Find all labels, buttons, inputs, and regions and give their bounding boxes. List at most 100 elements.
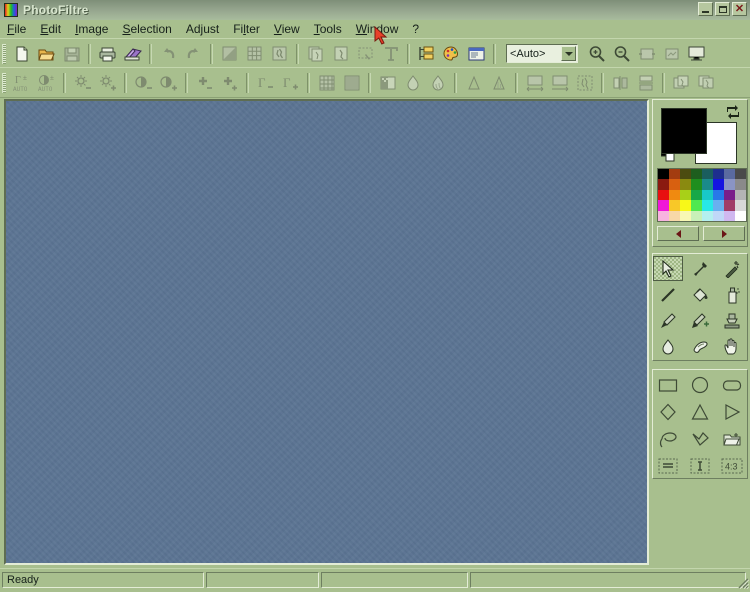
flip-vertical-button[interactable] xyxy=(633,71,658,95)
paint-bucket-tool[interactable] xyxy=(685,282,715,307)
shape-rounded-rectangle[interactable] xyxy=(717,372,747,398)
menu-view[interactable]: View xyxy=(267,20,307,38)
selection-horizontal-bar[interactable] xyxy=(653,453,683,479)
shape-rectangle[interactable] xyxy=(653,372,683,398)
palette-swatch[interactable] xyxy=(702,189,713,201)
palette-swatch[interactable] xyxy=(669,179,680,190)
menu-help[interactable]: ? xyxy=(405,20,426,38)
new-file-button[interactable] xyxy=(9,42,34,66)
blur-tool[interactable] xyxy=(653,334,683,359)
explorer-button[interactable] xyxy=(414,42,439,66)
palette-swatch[interactable] xyxy=(669,210,680,221)
palette-swatch[interactable] xyxy=(658,189,669,201)
clone-stamp-tool[interactable] xyxy=(717,308,747,333)
magic-wand-tool[interactable] xyxy=(717,256,747,281)
halftone-button[interactable] xyxy=(339,71,364,95)
palette-swatch[interactable] xyxy=(702,169,713,180)
contrast-down-button[interactable] xyxy=(131,71,156,95)
shape-ellipse[interactable] xyxy=(685,372,715,398)
selection-ratio[interactable]: 4:3 xyxy=(717,453,747,479)
pointer-tool[interactable] xyxy=(653,256,683,281)
palette-swatch[interactable] xyxy=(658,210,669,221)
shape-lasso[interactable] xyxy=(653,426,683,452)
palette-swatch[interactable] xyxy=(669,189,680,201)
dither-button[interactable] xyxy=(314,71,339,95)
shape-triangle[interactable] xyxy=(685,399,715,425)
zoom-select[interactable]: <Auto> xyxy=(506,44,578,63)
palette-swatch[interactable] xyxy=(702,200,713,211)
palette-swatch[interactable] xyxy=(680,189,691,201)
paste-button[interactable] xyxy=(328,42,353,66)
palette-swatch[interactable] xyxy=(702,210,713,221)
menu-selection[interactable]: Selection xyxy=(115,20,178,38)
resize-height-button[interactable] xyxy=(547,71,572,95)
resize-width-button[interactable] xyxy=(522,71,547,95)
palette-swatch[interactable] xyxy=(680,179,691,190)
chevron-down-icon[interactable] xyxy=(561,46,576,61)
sharpen-button[interactable] xyxy=(461,71,486,95)
select-region-button[interactable] xyxy=(353,42,378,66)
palette-swatch[interactable] xyxy=(713,179,724,190)
palette-swatch[interactable] xyxy=(713,200,724,211)
shape-polygon[interactable] xyxy=(685,426,715,452)
zoom-in-button[interactable] xyxy=(584,42,609,66)
shape-diamond[interactable] xyxy=(653,399,683,425)
palette-swatch[interactable] xyxy=(724,200,735,211)
blur-button[interactable] xyxy=(400,71,425,95)
palette-swatch[interactable] xyxy=(669,169,680,180)
image-canvas[interactable] xyxy=(6,101,647,563)
palette-swatch[interactable] xyxy=(680,169,691,180)
palette-swatch[interactable] xyxy=(658,179,669,190)
shape-right-triangle[interactable] xyxy=(717,399,747,425)
contrast-up-button[interactable] xyxy=(156,71,181,95)
zoom-out-button[interactable] xyxy=(609,42,634,66)
fit-screen-button[interactable] xyxy=(659,42,684,66)
advanced-brush-tool[interactable] xyxy=(685,308,715,333)
palette-swatch[interactable] xyxy=(658,200,669,211)
rotate-right-button[interactable] xyxy=(694,71,719,95)
palette-swatch[interactable] xyxy=(735,210,746,221)
hand-pan-tool[interactable] xyxy=(717,334,747,359)
color-palette-grid[interactable] xyxy=(657,168,747,222)
smudge-tool[interactable] xyxy=(685,334,715,359)
grayscale-button[interactable] xyxy=(375,71,400,95)
brush-tool[interactable] xyxy=(653,308,683,333)
menu-adjust[interactable]: Adjust xyxy=(179,20,226,38)
brightness-up-button[interactable] xyxy=(95,71,120,95)
palette-swatch[interactable] xyxy=(724,179,735,190)
palette-swatch[interactable] xyxy=(691,169,702,180)
full-screen-button[interactable] xyxy=(684,42,709,66)
palette-swatch[interactable] xyxy=(713,210,724,221)
transform-button[interactable] xyxy=(267,42,292,66)
swap-colors-arrows-icon[interactable] xyxy=(726,105,740,119)
palette-swatch[interactable] xyxy=(713,169,724,180)
gamma-down-button[interactable]: Γ xyxy=(253,71,278,95)
auto-contrast-button[interactable]: ± AUTO xyxy=(34,71,59,95)
saturation-down-button[interactable] xyxy=(192,71,217,95)
scanner-button[interactable] xyxy=(120,42,145,66)
sharpen-more-button[interactable] xyxy=(486,71,511,95)
auto-gamma-button[interactable]: Γ ± AUTO xyxy=(9,71,34,95)
grid-button[interactable] xyxy=(242,42,267,66)
menu-window[interactable]: Window xyxy=(349,20,406,38)
undo-button[interactable] xyxy=(156,42,181,66)
spray-tool[interactable] xyxy=(717,282,747,307)
palette-swatch[interactable] xyxy=(691,179,702,190)
fit-width-button[interactable] xyxy=(634,42,659,66)
shape-load[interactable] xyxy=(717,426,747,452)
palette-swatch[interactable] xyxy=(669,200,680,211)
palette-swatch[interactable] xyxy=(702,179,713,190)
palette-next-button[interactable] xyxy=(703,226,745,241)
palette-swatch[interactable] xyxy=(724,169,735,180)
maximize-button[interactable] xyxy=(715,2,730,16)
blur-more-button[interactable] xyxy=(425,71,450,95)
flip-horizontal-button[interactable] xyxy=(608,71,633,95)
redo-button[interactable] xyxy=(181,42,206,66)
saturation-up-button[interactable] xyxy=(217,71,242,95)
palette-swatch[interactable] xyxy=(680,210,691,221)
resize-grip-icon[interactable] xyxy=(735,575,750,590)
palette-swatch[interactable] xyxy=(735,169,746,180)
close-button[interactable]: ✕ xyxy=(732,2,747,16)
menu-filter[interactable]: Filter xyxy=(226,20,267,38)
image-mode-button[interactable] xyxy=(217,42,242,66)
